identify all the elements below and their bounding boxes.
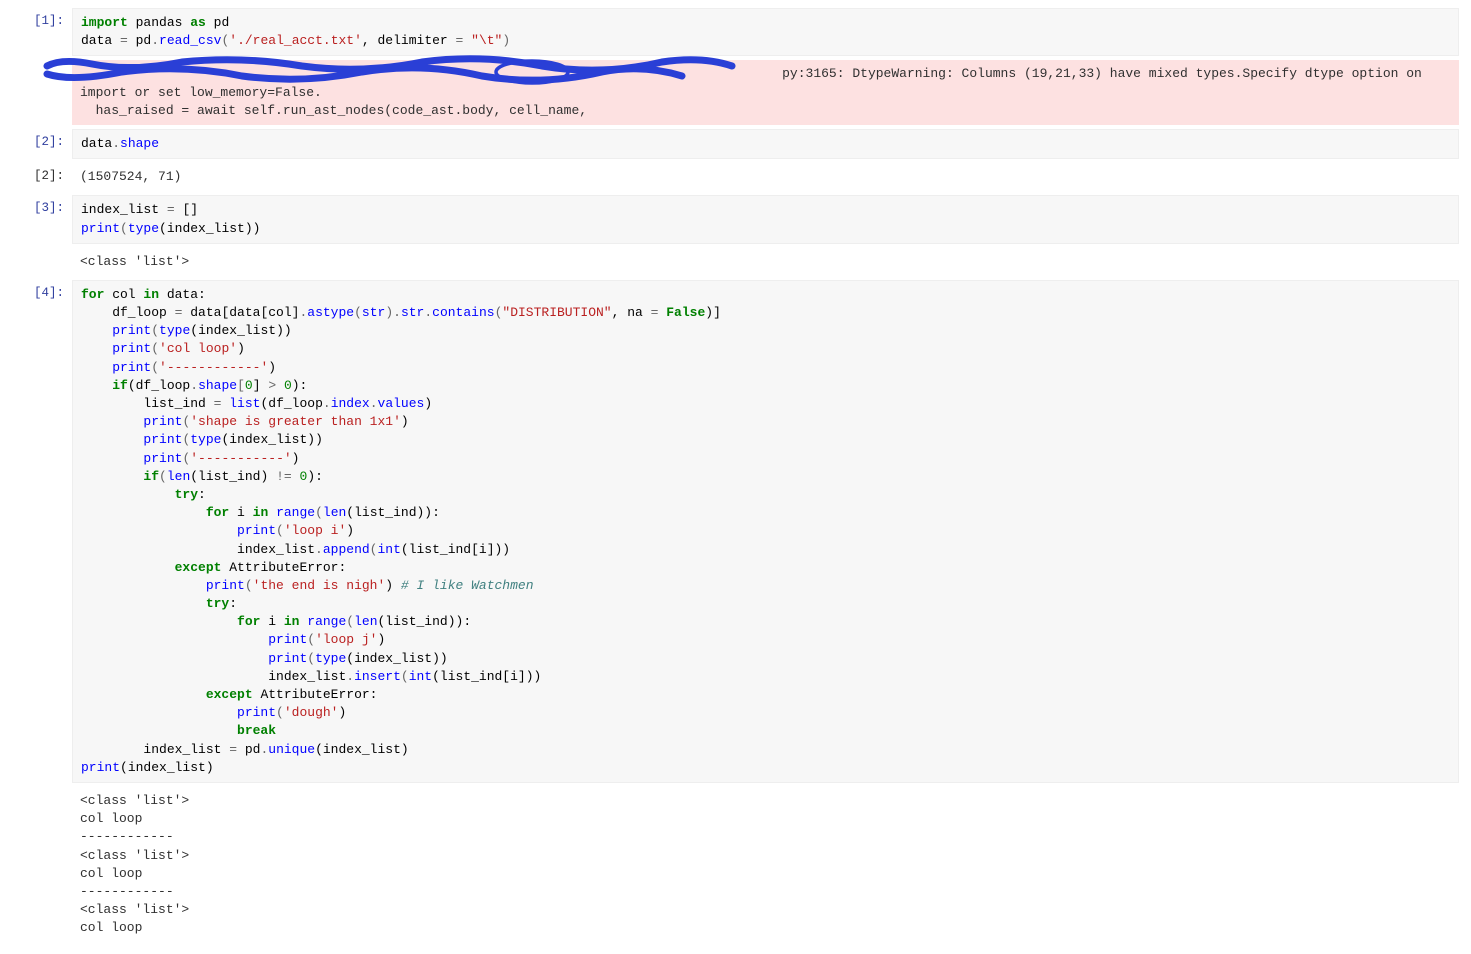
code-input[interactable]: index_list = [] print(type(index_list)) [72,195,1459,243]
notebook-cell: <class 'list'> [12,248,1459,276]
notebook-cell: <class 'list'> col loop ------------ <cl… [12,787,1459,943]
notebook-cell: [2]:data.shape [12,129,1459,159]
cell-prompt: [2]: [12,163,72,186]
cell-prompt [12,787,72,792]
code-input[interactable]: import pandas as pd data = pd.read_csv('… [72,8,1459,56]
cell-prompt [12,60,72,65]
code-input[interactable]: data.shape [72,129,1459,159]
cell-prompt: [1]: [12,8,72,31]
cell-prompt [12,248,72,253]
warning-output: py:3165: DtypeWarning: Columns (19,21,33… [72,60,1459,125]
cell-prompt: [2]: [12,129,72,152]
cell-prompt: [4]: [12,280,72,303]
notebook-cell: [3]:index_list = [] print(type(index_lis… [12,195,1459,243]
cell-prompt: [3]: [12,195,72,218]
notebook-cell: py:3165: DtypeWarning: Columns (19,21,33… [12,60,1459,125]
text-output: (1507524, 71) [72,163,1459,191]
redaction-scribble [42,52,742,90]
notebook-cell: [1]:import pandas as pd data = pd.read_c… [12,8,1459,56]
code-input[interactable]: for col in data: df_loop = data[data[col… [72,280,1459,783]
notebook-cell: [4]:for col in data: df_loop = data[data… [12,280,1459,783]
notebook-cell: [2]:(1507524, 71) [12,163,1459,191]
text-output: <class 'list'> [72,248,1459,276]
text-output: <class 'list'> col loop ------------ <cl… [72,787,1459,943]
